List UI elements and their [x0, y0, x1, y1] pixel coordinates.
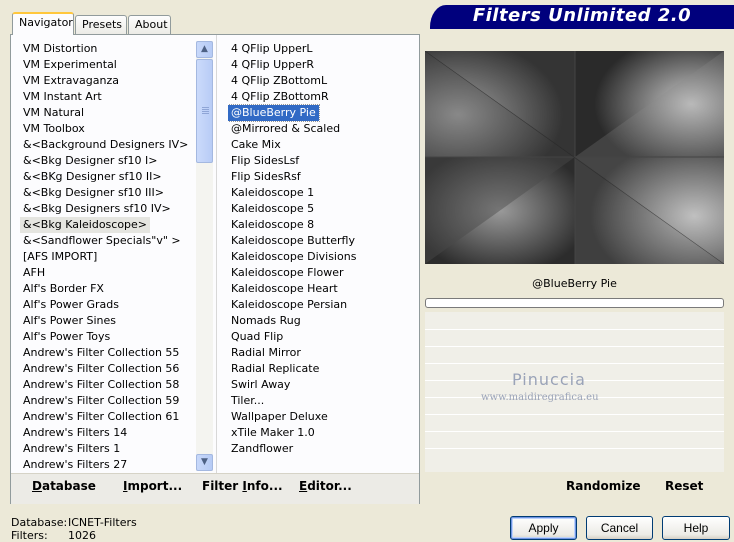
randomize-button[interactable]: Randomize [566, 479, 640, 493]
category-list-item[interactable]: &<Bkg Kaleidoscope> [20, 217, 151, 233]
category-list-item[interactable]: Andrew's Filter Collection 55 [20, 345, 182, 361]
filter-list-item[interactable]: 4 QFlip UpperL [228, 41, 316, 57]
database-status: Database: ICNET-Filters [11, 516, 137, 529]
category-list-item[interactable]: Andrew's Filter Collection 61 [20, 409, 182, 425]
filter-list-item[interactable]: Kaleidoscope 5 [228, 201, 317, 217]
category-list-item[interactable]: AFH [20, 265, 48, 281]
category-list-item[interactable]: Andrew's Filters 1 [20, 441, 123, 457]
reset-button[interactable]: Reset [665, 479, 703, 493]
filter-list-item[interactable]: Swirl Away [228, 377, 293, 393]
filter-list-item[interactable]: Radial Mirror [228, 345, 304, 361]
category-list[interactable]: VM Distortion VM Experimental VM Extravaga… [20, 41, 196, 473]
tab-presets[interactable]: Presets [75, 15, 127, 34]
filter-list[interactable]: 4 QFlip UpperL 4 QFlip UpperR 4 QFlip ZBot… [228, 41, 413, 473]
category-list-item[interactable]: Alf's Border FX [20, 281, 107, 297]
scroll-down-arrow-icon[interactable]: ▼ [196, 454, 213, 471]
filter-list-item[interactable]: Wallpaper Deluxe [228, 409, 331, 425]
database-button[interactable]: Database [32, 479, 96, 493]
filters-status: Filters: 1026 [11, 529, 96, 542]
category-list-item[interactable]: VM Toolbox [20, 121, 88, 137]
category-list-item[interactable]: &<Sandflower Specials"v" > [20, 233, 184, 249]
filter-list-item[interactable]: Radial Replicate [228, 361, 322, 377]
category-list-item[interactable]: Alf's Power Grads [20, 297, 122, 313]
filter-list-item[interactable]: 4 QFlip UpperR [228, 57, 317, 73]
filter-preview-image [424, 50, 725, 265]
filter-list-item[interactable]: 4 QFlip ZBottomR [228, 89, 332, 105]
tab-navigator[interactable]: Navigator [12, 12, 74, 35]
apply-button[interactable]: Apply [510, 516, 577, 540]
category-list-item[interactable]: &<Background Designers IV> [20, 137, 191, 153]
scrollbar-thumb[interactable] [196, 59, 213, 163]
watermark-url: www.maidiregrafica.eu [481, 392, 599, 403]
filter-list-item[interactable]: xTile Maker 1.0 [228, 425, 318, 441]
database-label: Database: [11, 516, 68, 529]
category-scrollbar[interactable]: ▲ ▼ [196, 41, 213, 471]
help-button[interactable]: Help [662, 516, 730, 540]
tab-about[interactable]: About [128, 15, 171, 34]
import-button[interactable]: Import... [123, 479, 182, 493]
filter-list-item[interactable]: @BlueBerry Pie [228, 104, 320, 122]
filter-list-item[interactable]: Kaleidoscope Divisions [228, 249, 359, 265]
category-list-item[interactable]: &<Bkg Designer sf10 I> [20, 153, 161, 169]
category-list-item[interactable]: VM Extravaganza [20, 73, 122, 89]
filter-list-item[interactable]: Kaleidoscope Persian [228, 297, 350, 313]
category-list-item[interactable]: Andrew's Filters 14 [20, 425, 130, 441]
filter-list-item[interactable]: Kaleidoscope Flower [228, 265, 347, 281]
filter-list-item[interactable]: Kaleidoscope 1 [228, 185, 317, 201]
scroll-up-arrow-icon[interactable]: ▲ [196, 41, 213, 58]
filter-list-item[interactable]: Flip SidesRsf [228, 169, 304, 185]
filters-label: Filters: [11, 529, 48, 542]
banner-underline [430, 27, 734, 29]
filter-list-item[interactable]: Kaleidoscope Heart [228, 281, 341, 297]
category-list-item[interactable]: VM Instant Art [20, 89, 105, 105]
app-title-banner: Filters Unlimited 2.0 [430, 5, 734, 27]
category-list-item[interactable]: VM Distortion [20, 41, 100, 57]
category-list-item[interactable]: Andrew's Filter Collection 56 [20, 361, 182, 377]
list-divider [216, 35, 217, 473]
category-list-item[interactable]: Andrew's Filter Collection 58 [20, 377, 182, 393]
filter-list-item[interactable]: 4 QFlip ZBottomL [228, 73, 330, 89]
filter-list-item[interactable]: Zandflower [228, 441, 296, 457]
progress-bar [425, 298, 724, 308]
watermark-name: Pinuccia [512, 370, 586, 389]
filter-list-item[interactable]: Kaleidoscope Butterfly [228, 233, 358, 249]
database-value: ICNET-Filters [68, 516, 137, 529]
filter-list-item[interactable]: @Mirrored & Scaled [228, 121, 343, 137]
category-list-item[interactable]: VM Experimental [20, 57, 120, 73]
category-list-item[interactable]: Andrew's Filters 27 [20, 457, 130, 473]
filter-info-button[interactable]: Filter Info... [202, 479, 283, 493]
category-list-item[interactable]: VM Natural [20, 105, 87, 121]
selected-filter-name: @BlueBerry Pie [532, 277, 617, 290]
category-list-item[interactable]: &<Bkg Designers sf10 IV> [20, 201, 174, 217]
filter-list-item[interactable]: Tiler... [228, 393, 267, 409]
category-list-item[interactable]: [AFS IMPORT] [20, 249, 100, 265]
category-list-item[interactable]: &<BKg Designer sf10 II> [20, 169, 165, 185]
category-list-item[interactable]: &<Bkg Designer sf10 III> [20, 185, 167, 201]
filter-list-item[interactable]: Quad Flip [228, 329, 286, 345]
editor-button[interactable]: Editor... [299, 479, 352, 493]
cancel-button[interactable]: Cancel [586, 516, 653, 540]
category-list-item[interactable]: Alf's Power Sines [20, 313, 119, 329]
category-list-item[interactable]: Andrew's Filter Collection 59 [20, 393, 182, 409]
filter-list-item[interactable]: Kaleidoscope 8 [228, 217, 317, 233]
filter-list-item[interactable]: Nomads Rug [228, 313, 304, 329]
filters-count: 1026 [68, 529, 96, 542]
filter-list-item[interactable]: Flip SidesLsf [228, 153, 302, 169]
category-list-item[interactable]: Alf's Power Toys [20, 329, 113, 345]
filter-list-item[interactable]: Cake Mix [228, 137, 284, 153]
